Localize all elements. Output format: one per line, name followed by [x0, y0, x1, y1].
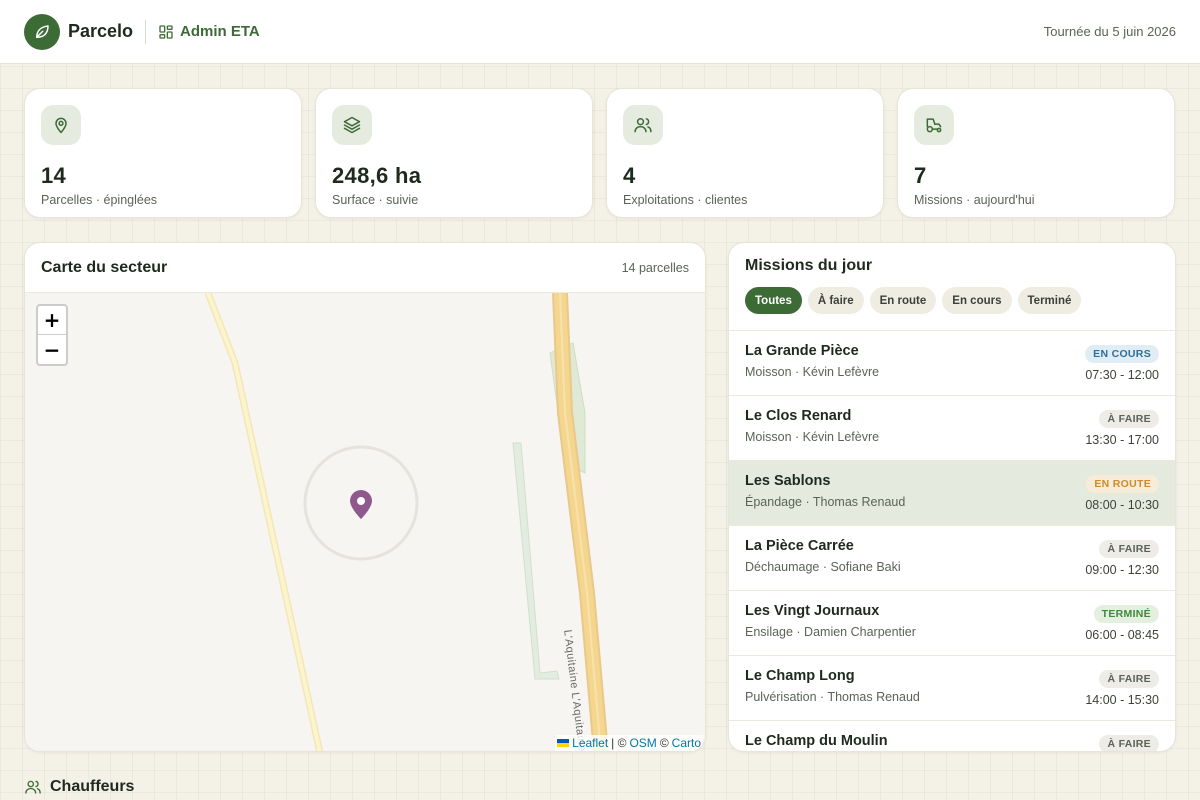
mission-name: Le Champ Long	[745, 668, 855, 684]
drivers-section-title: Chauffeurs	[24, 778, 134, 796]
stat-card-surface: 248,6 ha Surface · suivie	[315, 88, 593, 218]
stat-value: 7	[914, 163, 927, 188]
zoom-in-button[interactable]: +	[38, 306, 66, 335]
admin-label: Admin ETA	[180, 23, 260, 40]
stat-card-missions: 7 Missions · aujourd'hui	[897, 88, 1175, 218]
mission-row[interactable]: La Pièce Carrée Déchaumage · Sofiane Baki…	[729, 526, 1175, 591]
layers-icon	[332, 105, 372, 145]
brand-name[interactable]: Parcelo	[68, 21, 133, 42]
drivers-title: Chauffeurs	[50, 778, 135, 795]
mission-status-badge: À FAIRE	[1099, 670, 1159, 688]
mission-row[interactable]: La Grande Pièce Moisson · Kévin Lefèvre EN…	[729, 331, 1175, 396]
stat-card-farms: 4 Exploitations · clientes	[606, 88, 884, 218]
mission-status-badge: À FAIRE	[1099, 410, 1159, 428]
mission-status-badge: EN COURS	[1085, 345, 1159, 363]
stat-card-parcels: 14 Parcelles · épinglées	[24, 88, 302, 218]
carto-link[interactable]: Carto	[672, 736, 701, 750]
stat-label: Missions · aujourd'hui	[914, 193, 1035, 207]
header-divider	[145, 19, 147, 44]
mission-status-badge: À FAIRE	[1099, 735, 1159, 751]
mission-time: 13:30 - 17:00	[1085, 433, 1159, 447]
map-title: Carte du secteur	[41, 258, 168, 276]
map-header: Carte du secteur 14 parcelles	[25, 243, 705, 293]
filter-en-route[interactable]: En route	[869, 287, 937, 314]
dashboard-grid-icon	[159, 24, 173, 39]
mission-row[interactable]: Le Champ du Moulin À FAIRE	[729, 721, 1175, 751]
mission-status-badge: À FAIRE	[1099, 540, 1159, 558]
mission-time: 06:00 - 08:45	[1085, 628, 1159, 642]
missions-title: Missions du jour	[745, 257, 873, 274]
zoom-out-button[interactable]: −	[38, 335, 66, 364]
mission-time: 08:00 - 10:30	[1085, 498, 1159, 512]
stat-value: 248,6 ha	[332, 163, 422, 188]
mission-time: 07:30 - 12:00	[1085, 368, 1159, 382]
mission-status-badge: TERMINÉ	[1093, 605, 1159, 623]
filter-in-progress[interactable]: En cours	[942, 287, 1012, 314]
stat-label: Surface · suivie	[332, 193, 419, 207]
stat-value: 14	[41, 163, 67, 188]
mission-name: La Pièce Carrée	[745, 538, 854, 554]
mission-status-badge: EN ROUTE	[1086, 475, 1159, 493]
top-bar: Parcelo Admin ETA Tournée du 5 juin 2026	[0, 0, 1200, 64]
stat-label: Parcelles · épinglées	[41, 193, 158, 207]
map-pin-icon	[41, 105, 81, 145]
filter-todo[interactable]: À faire	[807, 287, 864, 314]
leaf-logo-icon[interactable]	[24, 13, 60, 50]
filter-all[interactable]: Toutes	[745, 287, 802, 314]
mission-time: 09:00 - 12:30	[1085, 563, 1159, 577]
tractor-icon	[914, 105, 954, 145]
map-tiles	[204, 293, 609, 751]
attribution-separator: ©	[659, 736, 669, 750]
map-attribution: Leaflet | © OSM © Carto	[555, 735, 703, 751]
filter-done[interactable]: Terminé	[1017, 287, 1082, 314]
attribution-separator: | ©	[611, 736, 627, 750]
mission-row[interactable]: Le Champ Long Pulvérisation · Thomas Rena…	[729, 656, 1175, 721]
admin-link[interactable]: Admin ETA	[158, 23, 260, 40]
mission-list: La Grande Pièce Moisson · Kévin Lefèvre EN…	[729, 331, 1175, 751]
map-canvas[interactable]: L'Aquitaine L'Aquitaine + − Leaflet | © …	[25, 293, 705, 751]
mission-row[interactable]: Les Sablons Épandage · Thomas Renaud EN RO…	[729, 461, 1175, 526]
map-pin-marker-icon[interactable]	[348, 488, 374, 520]
missions-panel: Missions du jour Toutes À faire En route…	[728, 242, 1176, 752]
stat-value: 4	[623, 163, 636, 188]
parcel-count: 14 parcelles	[621, 260, 689, 275]
leaflet-link[interactable]: Leaflet	[572, 736, 608, 750]
map-green-strip	[512, 442, 560, 680]
zoom-control: + −	[36, 304, 68, 366]
mission-time: 14:00 - 15:30	[1085, 693, 1159, 707]
tour-date: Tournée du 5 juin 2026	[1043, 24, 1176, 39]
ukraine-flag-icon	[557, 739, 570, 747]
users-icon	[623, 105, 663, 145]
mission-row[interactable]: Les Vingt Journaux Ensilage · Damien Char…	[729, 591, 1175, 656]
mission-name: Le Champ du Moulin	[745, 733, 888, 749]
osm-link[interactable]: OSM	[629, 736, 656, 750]
mission-filters: Toutes À faire En route En cours Terminé	[745, 287, 1159, 314]
map-panel: Carte du secteur 14 parcelles L'Aquitain…	[24, 242, 706, 752]
users-icon	[25, 780, 41, 794]
stat-label: Exploitations · clientes	[623, 193, 748, 207]
map-road-west-fill	[206, 293, 322, 751]
mission-row[interactable]: Le Clos Renard Moisson · Kévin Lefèvre À F…	[729, 396, 1175, 461]
missions-header: Missions du jour Toutes À faire En route…	[729, 243, 1175, 331]
mission-name: Le Clos Renard	[745, 408, 852, 424]
